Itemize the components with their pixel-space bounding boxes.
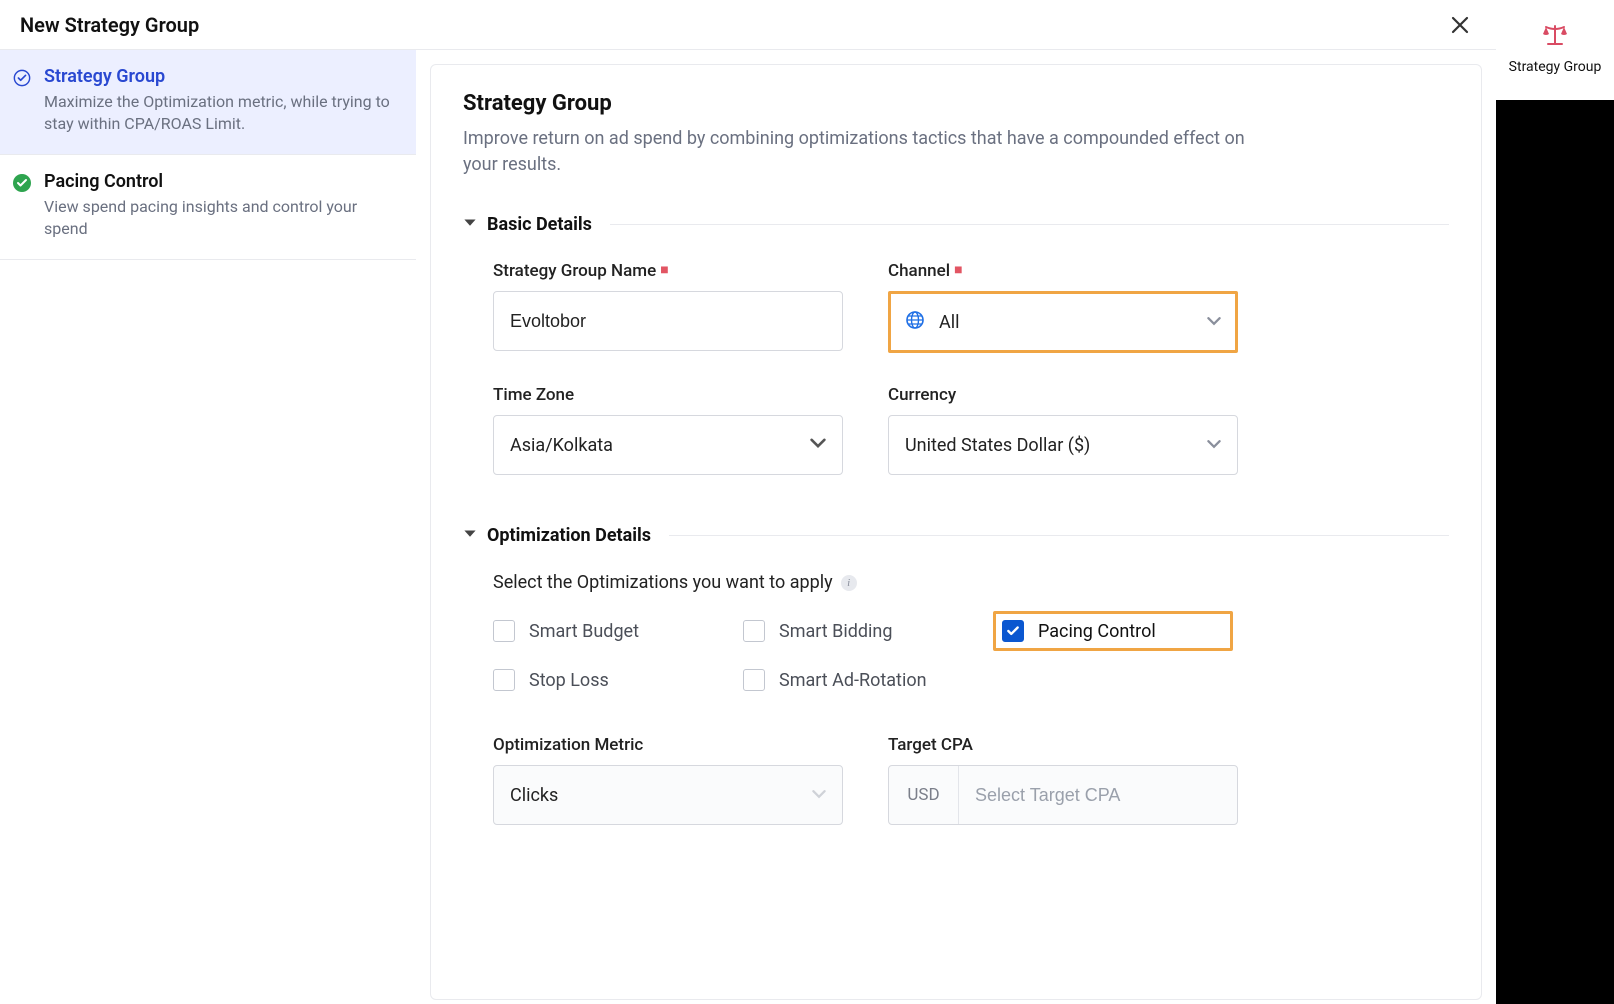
- select-currency[interactable]: United States Dollar ($): [888, 415, 1238, 475]
- close-button[interactable]: [1444, 9, 1476, 41]
- input-strategy-name[interactable]: [510, 311, 826, 332]
- chevron-down-icon: [812, 785, 826, 806]
- step-title: Pacing Control: [44, 171, 396, 192]
- form-desc: Improve return on ad spend by combining …: [463, 126, 1263, 178]
- check-stop-loss[interactable]: Stop Loss: [493, 669, 733, 691]
- check-label: Smart Budget: [529, 621, 639, 642]
- section-title: Basic Details: [487, 214, 592, 235]
- select-currency-value: United States Dollar ($): [905, 435, 1090, 456]
- form-title: Strategy Group: [463, 91, 1449, 116]
- select-channel-value: All: [939, 312, 960, 333]
- form-panel: Strategy Group Improve return on ad spen…: [430, 64, 1482, 1000]
- select-opt-metric-value: Clicks: [510, 785, 558, 806]
- label-opt-metric: Optimization Metric: [493, 735, 843, 755]
- step-title: Strategy Group: [44, 66, 396, 87]
- section-opt-header[interactable]: Optimization Details: [463, 525, 1449, 546]
- check-pacing-control[interactable]: Pacing Control: [1002, 620, 1156, 642]
- label-timezone: Time Zone: [493, 385, 843, 405]
- step-pacing-control[interactable]: Pacing Control View spend pacing insight…: [0, 155, 416, 260]
- select-timezone-value: Asia/Kolkata: [510, 435, 613, 456]
- section-basic-header[interactable]: Basic Details: [463, 214, 1449, 235]
- select-timezone[interactable]: Asia/Kolkata: [493, 415, 843, 475]
- chevron-down-icon: [1207, 312, 1221, 333]
- check-label: Smart Bidding: [779, 621, 892, 642]
- scales-icon: [1541, 23, 1569, 51]
- label-currency: Currency: [888, 385, 1238, 405]
- check-smart-ad-rotation[interactable]: Smart Ad-Rotation: [743, 669, 983, 691]
- divider: [669, 535, 1449, 536]
- select-channel[interactable]: All: [888, 291, 1238, 353]
- select-opt-metric[interactable]: Clicks: [493, 765, 843, 825]
- globe-icon: [905, 310, 925, 335]
- close-icon: [1450, 15, 1470, 35]
- divider: [610, 224, 1449, 225]
- caret-down-icon: [463, 526, 477, 545]
- rail-strategy-group[interactable]: Strategy Group: [1496, 0, 1614, 100]
- check-smart-budget[interactable]: Smart Budget: [493, 620, 733, 642]
- info-icon[interactable]: i: [841, 575, 857, 591]
- step-desc: Maximize the Optimization metric, while …: [44, 91, 396, 136]
- label-name: Strategy Group Name■: [493, 261, 843, 281]
- section-title: Optimization Details: [487, 525, 651, 546]
- label-channel: Channel■: [888, 261, 1238, 281]
- step-desc: View spend pacing insights and control y…: [44, 196, 396, 241]
- right-rail: Strategy Group: [1496, 0, 1614, 1004]
- target-cpa-prefix: USD: [889, 766, 959, 824]
- check-label: Smart Ad-Rotation: [779, 670, 927, 691]
- modal-title: New Strategy Group: [20, 13, 199, 37]
- rail-label: Strategy Group: [1509, 59, 1602, 77]
- check-label: Pacing Control: [1038, 621, 1156, 642]
- input-strategy-name-wrap: [493, 291, 843, 351]
- opt-prompt: Select the Optimizations you want to app…: [493, 572, 833, 593]
- step-active-icon: [12, 68, 32, 88]
- steps-sidebar: Strategy Group Maximize the Optimization…: [0, 50, 416, 1004]
- chevron-down-icon: [1207, 435, 1221, 456]
- chevron-down-icon: [810, 435, 826, 456]
- label-target-cpa: Target CPA: [888, 735, 1238, 755]
- caret-down-icon: [463, 215, 477, 234]
- input-target-cpa[interactable]: [975, 785, 1221, 806]
- check-label: Stop Loss: [529, 670, 609, 691]
- step-strategy-group[interactable]: Strategy Group Maximize the Optimization…: [0, 50, 416, 155]
- target-cpa-field: USD: [888, 765, 1238, 825]
- step-complete-icon: [12, 173, 32, 193]
- check-smart-bidding[interactable]: Smart Bidding: [743, 620, 983, 642]
